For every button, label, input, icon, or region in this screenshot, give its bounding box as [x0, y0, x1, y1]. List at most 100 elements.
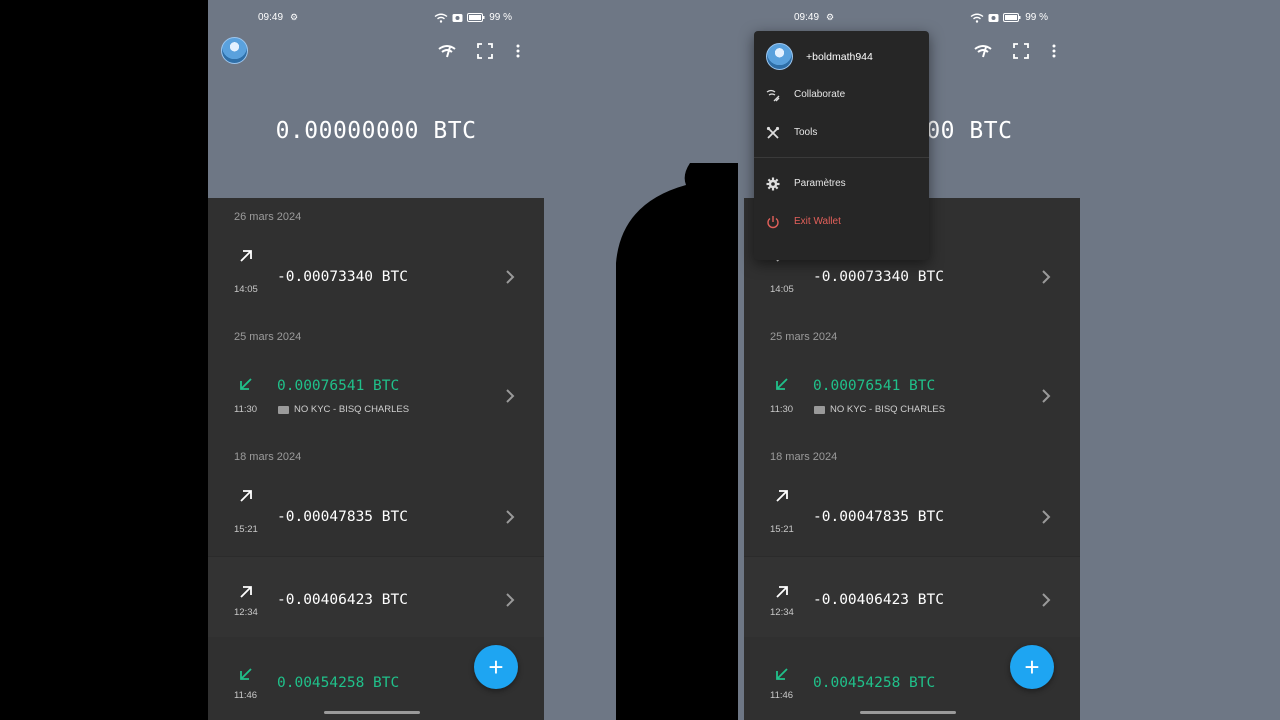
incoming-arrow-icon [240, 668, 252, 680]
transaction-list: 26 mars 2024 14:05 -0.00073340 BTC 25 ma… [208, 198, 544, 720]
transaction-label-text: NO KYC - BISQ CHARLES [830, 404, 946, 415]
transaction-time: 12:34 [770, 607, 794, 618]
transaction-time: 12:34 [234, 607, 258, 618]
status-right: 99 % [434, 12, 512, 23]
date-header: 26 mars 2024 [234, 211, 302, 223]
transaction-label: NO KYC - BISQ CHARLES [278, 404, 409, 415]
transaction-time: 15:21 [770, 524, 794, 535]
battery-text: 99 % [1025, 12, 1048, 23]
transaction-time: 11:30 [770, 404, 794, 415]
status-time: 09:49 [258, 12, 284, 23]
transaction-time: 14:05 [234, 284, 258, 295]
avatar [766, 43, 793, 70]
wifi-icon [970, 13, 984, 23]
date-header: 18 mars 2024 [770, 451, 838, 463]
chevron-right-icon [1042, 389, 1051, 403]
more-vert-icon[interactable] [508, 41, 528, 61]
menu-item-exit-wallet[interactable]: Exit Wallet [754, 207, 929, 237]
transaction-amount: -0.00406423 BTC [277, 592, 408, 608]
incoming-arrow-icon [776, 668, 788, 680]
transaction-row[interactable]: 15:21 -0.00047835 BTC [208, 478, 544, 558]
menu-username[interactable]: +boldmath944 [806, 51, 873, 63]
wifi-icon [434, 13, 448, 23]
add-button[interactable]: + [1010, 645, 1054, 689]
status-time: 09:49 [794, 12, 820, 23]
transaction-amount: -0.00073340 BTC [277, 269, 408, 285]
menu-item-label: Paramètres [794, 178, 846, 189]
tools-icon [766, 126, 780, 139]
scan-icon[interactable] [475, 41, 495, 61]
transaction-time: 11:46 [234, 690, 258, 701]
account-menu: +boldmath944 Collaborate Tools Paramètre… [754, 31, 929, 260]
battery-icon [467, 13, 485, 22]
network-icon[interactable] [973, 41, 993, 61]
chevron-right-icon [506, 593, 515, 607]
transaction-row[interactable]: 11:30 0.00076541 BTC NO KYC - BISQ CHARL… [744, 366, 1080, 446]
chevron-right-icon [506, 270, 515, 284]
transaction-row[interactable]: 14:05 -0.00073340 BTC [208, 238, 544, 318]
battery-text: 99 % [489, 12, 512, 23]
menu-item-label: Collaborate [794, 89, 846, 100]
transaction-row[interactable]: 15:21 -0.00047835 BTC [744, 478, 1080, 558]
gear-icon [766, 177, 780, 191]
outgoing-arrow-icon [776, 586, 788, 598]
transaction-row[interactable]: 12:34 -0.00406423 BTC [744, 556, 1080, 637]
scan-icon[interactable] [1011, 41, 1031, 61]
transaction-row[interactable]: 11:30 0.00076541 BTC NO KYC - BISQ CHARL… [208, 366, 544, 446]
transaction-list: 26 mars 2024 14:05 -0.00073340 BTC 25 ma… [744, 198, 1080, 720]
incoming-arrow-icon [776, 378, 788, 390]
chevron-right-icon [1042, 593, 1051, 607]
left-black-panel [0, 0, 208, 720]
transaction-time: 15:21 [234, 524, 258, 535]
outgoing-arrow-icon [776, 490, 788, 502]
status-bar: 09:49 ⚙ 99 % [744, 11, 1080, 25]
transaction-label-text: NO KYC - BISQ CHARLES [294, 404, 410, 415]
outgoing-arrow-icon [240, 490, 252, 502]
outgoing-arrow-icon [240, 250, 252, 262]
chevron-right-icon [506, 389, 515, 403]
transaction-amount: 0.00454258 BTC [813, 675, 936, 691]
outgoing-arrow-icon [240, 586, 252, 598]
transaction-time: 11:46 [770, 690, 794, 701]
chevron-right-icon [506, 510, 515, 524]
notification-icon: ⚙ [290, 12, 299, 22]
transaction-amount: 0.00076541 BTC [277, 378, 400, 394]
menu-item-settings[interactable]: Paramètres [754, 169, 929, 199]
date-header: 25 mars 2024 [770, 331, 838, 343]
alarm-icon [452, 13, 463, 22]
more-vert-icon[interactable] [1044, 41, 1064, 61]
alarm-icon [988, 13, 999, 22]
battery-icon [1003, 13, 1021, 22]
collaborate-icon [766, 89, 780, 102]
chevron-right-icon [1042, 270, 1051, 284]
wallet-balance[interactable]: 0.00000000 BTC [208, 118, 544, 144]
network-icon[interactable] [437, 41, 457, 61]
transaction-amount: -0.00047835 BTC [277, 509, 408, 525]
menu-item-label: Exit Wallet [794, 216, 841, 227]
black-silhouette [616, 163, 738, 720]
transaction-amount: 0.00454258 BTC [277, 675, 400, 691]
home-indicator [860, 711, 956, 714]
status-bar: 09:49 ⚙ 99 % [208, 11, 544, 25]
chevron-right-icon [1042, 510, 1051, 524]
power-icon [767, 216, 779, 229]
transaction-amount: -0.00406423 BTC [813, 592, 944, 608]
transaction-time: 14:05 [770, 284, 794, 295]
menu-item-tools[interactable]: Tools [754, 118, 929, 148]
incoming-arrow-icon [240, 378, 252, 390]
menu-item-label: Tools [794, 127, 818, 138]
transaction-label: NO KYC - BISQ CHARLES [814, 404, 945, 415]
transaction-time: 11:30 [234, 404, 258, 415]
transaction-row[interactable]: 12:34 -0.00406423 BTC [208, 556, 544, 637]
menu-divider [754, 157, 929, 158]
menu-item-collaborate[interactable]: Collaborate [754, 80, 929, 110]
home-indicator [324, 711, 420, 714]
date-header: 25 mars 2024 [234, 331, 302, 343]
notification-icon: ⚙ [826, 12, 835, 22]
tag-icon [278, 405, 289, 414]
transaction-amount: -0.00073340 BTC [813, 269, 944, 285]
avatar[interactable] [221, 37, 248, 64]
add-button[interactable]: + [474, 645, 518, 689]
transaction-amount: 0.00076541 BTC [813, 378, 936, 394]
tag-icon [814, 405, 825, 414]
